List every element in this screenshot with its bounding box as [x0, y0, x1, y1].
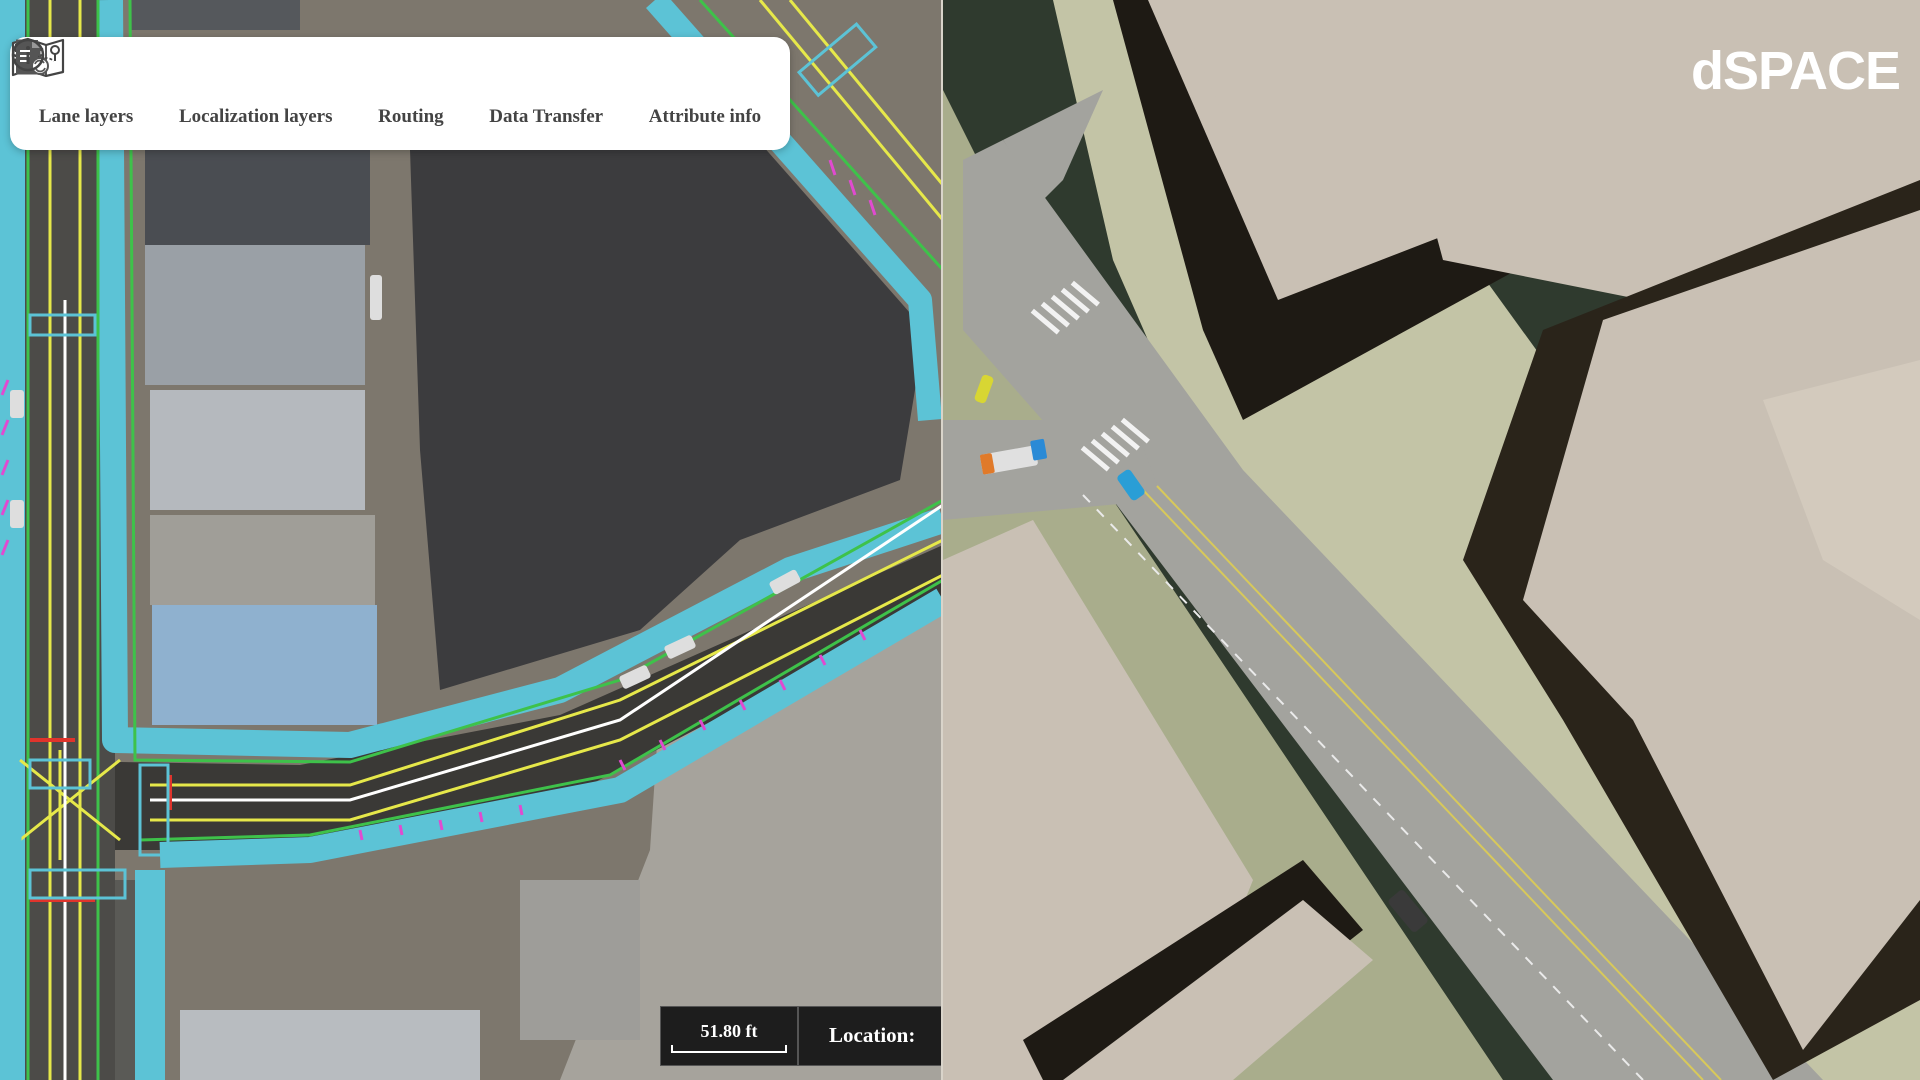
rooftop [520, 880, 640, 1040]
location-label: Location: [829, 1023, 916, 1047]
location-readout: Location: [798, 1006, 943, 1066]
data-transfer-button[interactable]: Data Transfer [15, 39, 604, 128]
localization-layers-button[interactable]: Localization layers [14, 40, 333, 128]
attribute-info-label: Attribute info [648, 105, 762, 127]
rooftop [150, 515, 375, 605]
routing-button[interactable]: Routing [11, 37, 444, 128]
rooftop [145, 145, 370, 245]
scale-label: 51.80 ft [700, 1021, 758, 1041]
simulation-3d-view[interactable]: dSPACE [943, 0, 1920, 1080]
map-route-icon [11, 37, 431, 100]
simulation-canvas[interactable] [943, 0, 1920, 1080]
scale-bar [671, 1045, 787, 1053]
rooftop [150, 390, 365, 510]
blue-rooftop [152, 605, 377, 725]
map-scale-indicator: 51.80 ft [660, 1006, 798, 1066]
dspace-logo: dSPACE [1690, 41, 1901, 101]
info-icon [11, 38, 725, 100]
rooftop [180, 1010, 480, 1080]
aerial-map-view[interactable]: Lane layers Localization layers Routing … [0, 0, 943, 1080]
layers-icon [12, 40, 106, 100]
map-toolbar: Lane layers Localization layers Routing … [10, 37, 790, 150]
attribute-info-button[interactable]: Attribute info [11, 38, 762, 128]
file-sync-icon [15, 39, 566, 100]
signpost-icon [14, 40, 276, 100]
lane-layers-label: Lane layers [38, 105, 134, 127]
localization-layers-label: Localization layers [178, 105, 333, 127]
data-transfer-label: Data Transfer [489, 105, 604, 127]
routing-label: Routing [378, 105, 444, 127]
aerial-map-canvas[interactable] [0, 0, 943, 1080]
rooftop [145, 245, 365, 385]
